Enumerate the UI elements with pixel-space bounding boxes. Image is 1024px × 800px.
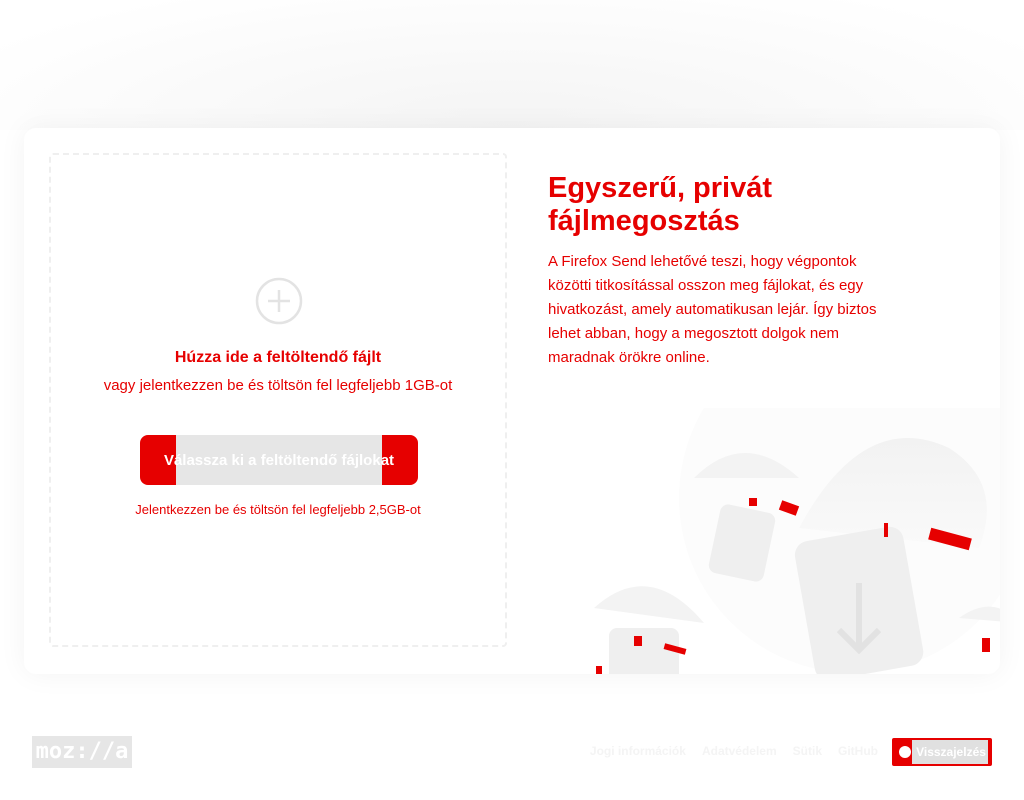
footer: moz://a Jogi információk Adatvédelem Süt… [0, 730, 1024, 774]
drop-subtitle: vagy jelentkezzen be és töltsön fel legf… [103, 377, 453, 394]
hero-title: Egyszerű, privát fájlmegosztás [548, 172, 773, 237]
top-background [0, 0, 1024, 130]
plus-circle-icon [255, 277, 303, 325]
footer-links: Jogi információk Adatvédelem Sütik GitHu… [590, 744, 878, 758]
footer-link-privacy[interactable]: Adatvédelem [702, 744, 777, 758]
footer-link-cookies[interactable]: Sütik [793, 744, 822, 758]
feedback-button[interactable]: Visszajelzés [892, 738, 992, 766]
select-files-label: Válassza ki a feltöltendő fájlokat [163, 451, 395, 469]
parachute-illustration [594, 408, 1000, 674]
feedback-label: Visszajelzés [916, 745, 986, 759]
feedback-icon [899, 746, 912, 758]
upload-dropzone[interactable]: Húzza ide a feltöltendő fájlt vagy jelen… [49, 153, 507, 647]
footer-link-legal[interactable]: Jogi információk [590, 744, 686, 758]
select-files-button[interactable]: Válassza ki a feltöltendő fájlokat [140, 435, 418, 485]
hero-description: A Firefox Send lehetővé teszi, hogy végp… [548, 253, 877, 366]
signin-link[interactable]: Jelentkezzen be és töltsön fel legfeljeb… [51, 502, 505, 517]
main-card: Húzza ide a feltöltendő fájlt vagy jelen… [24, 128, 1000, 674]
mozilla-logo[interactable]: moz://a [32, 736, 132, 768]
drop-title: Húzza ide a feltöltendő fájlt [174, 349, 382, 366]
footer-link-github[interactable]: GitHub [838, 744, 878, 758]
